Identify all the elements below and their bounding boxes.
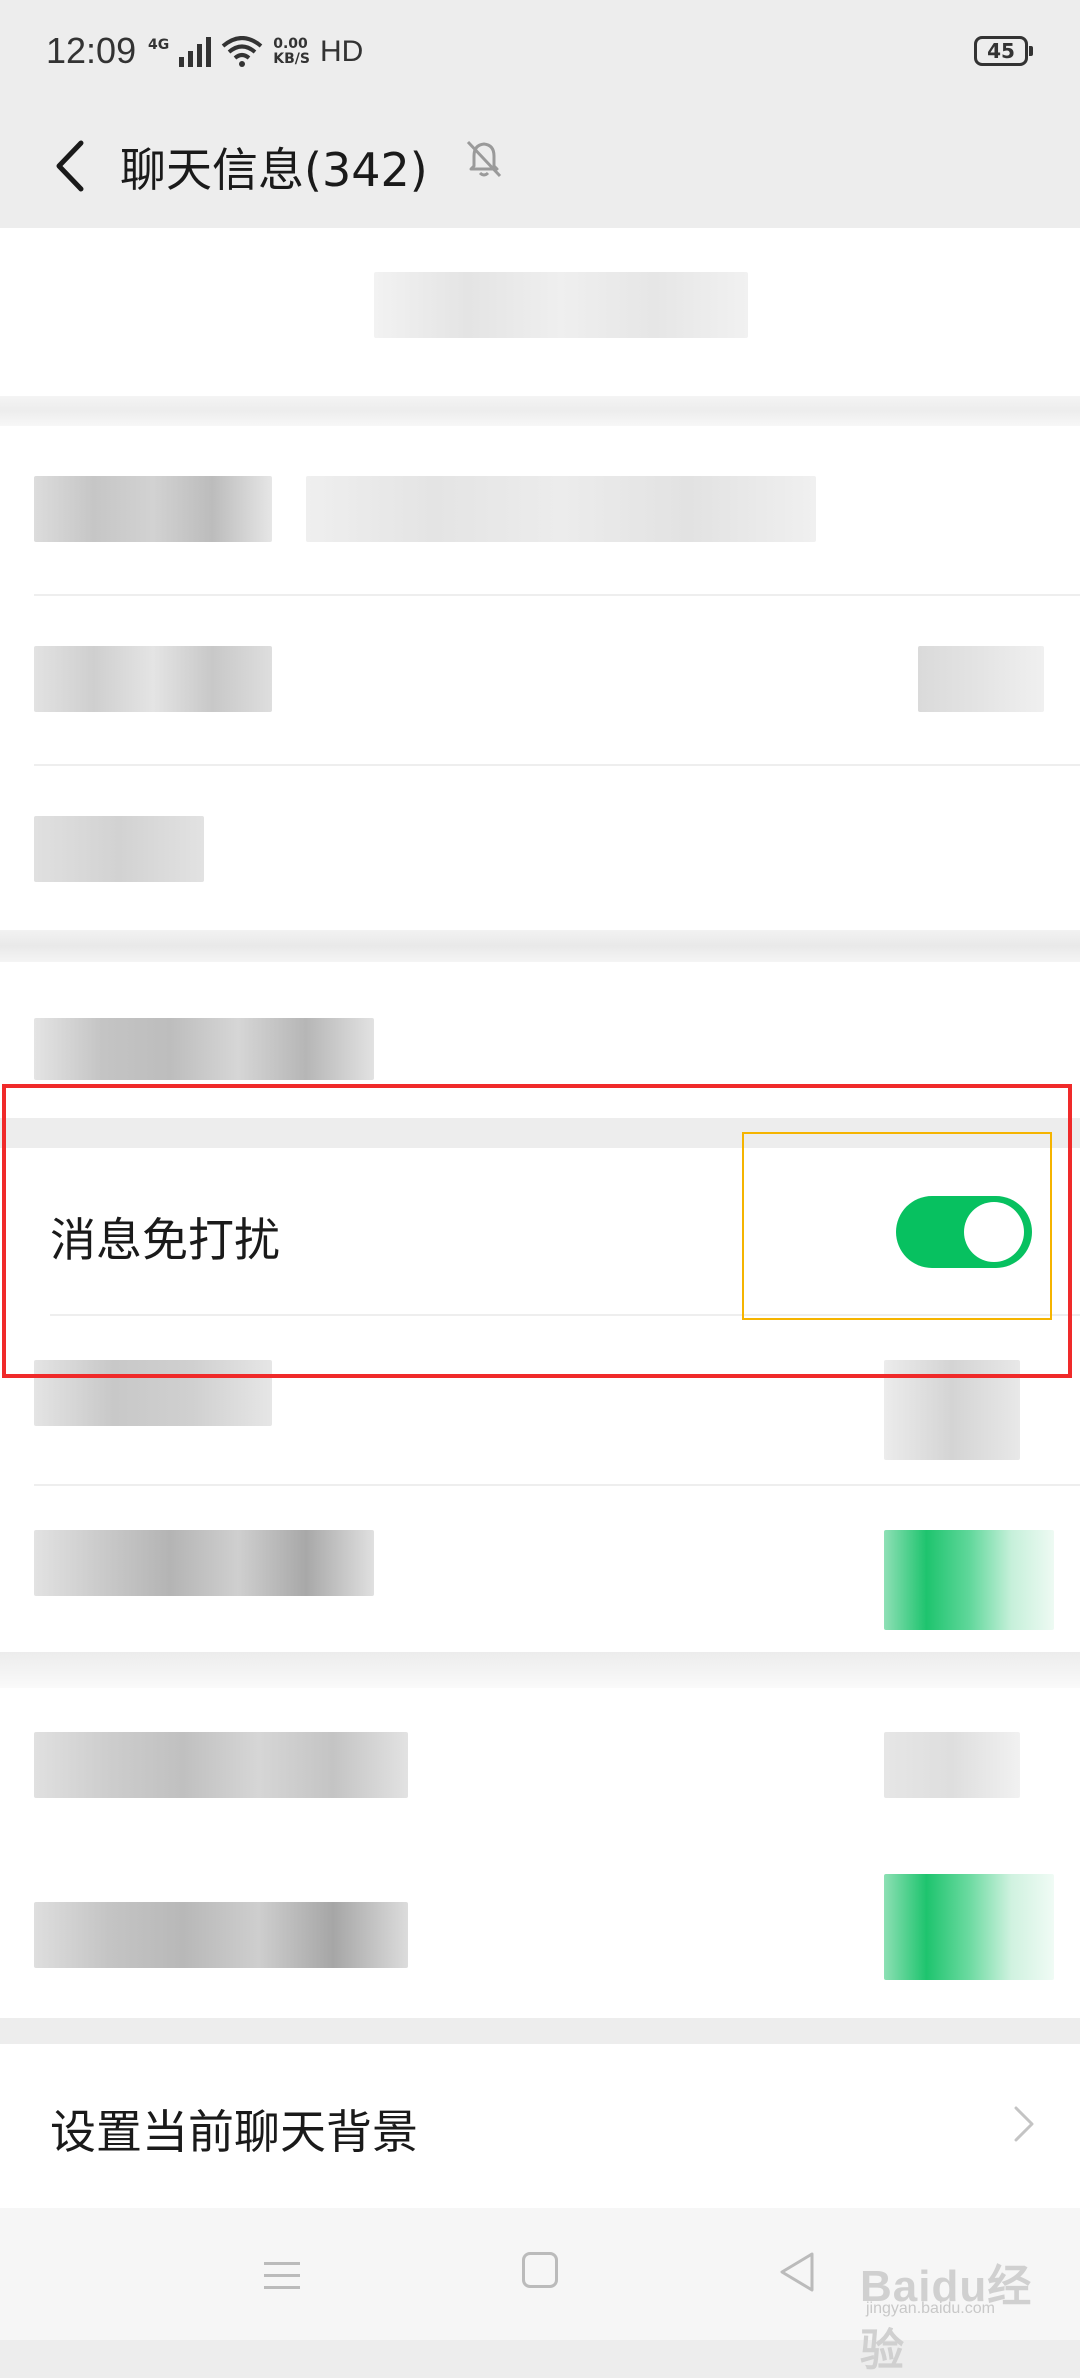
battery-level: 45 <box>987 39 1015 63</box>
section-gap <box>0 1652 1080 1688</box>
divider <box>34 1484 1080 1486</box>
divider <box>34 764 1080 766</box>
signal-icon <box>179 37 212 67</box>
wifi-icon <box>221 36 263 67</box>
blurred-row-value <box>918 646 1044 712</box>
section-gap <box>0 930 1080 962</box>
net-speed: 0.00 KB/S <box>273 37 310 67</box>
nav-bar: 聊天信息(342) <box>0 108 1080 228</box>
status-icons: 4G 0.00 KB/S HD <box>148 30 363 74</box>
back-button[interactable] <box>30 126 110 206</box>
blurred-row-label <box>34 1530 374 1596</box>
set-chat-background-label: 设置当前聊天背景 <box>50 2105 418 2159</box>
page-title: 聊天信息(342) <box>120 143 428 197</box>
blurred-row-value <box>306 476 816 542</box>
blurred-switch <box>884 1530 1054 1630</box>
battery-icon: 45 <box>974 36 1033 66</box>
chevron-left-icon <box>56 140 84 192</box>
net-speed-unit: KB/S <box>273 51 310 67</box>
net-speed-value: 0.00 <box>273 36 308 52</box>
watermark-site: jingyan.baidu.com <box>866 2300 995 2317</box>
blurred-row-label <box>34 816 204 882</box>
section-gap <box>0 396 1080 426</box>
blurred-row-label <box>34 1018 374 1080</box>
menu-icon[interactable] <box>262 2258 302 2292</box>
baidu-watermark: Baidu经验 jingyan.baidu.com <box>820 2230 1070 2375</box>
blurred-row-value <box>884 1732 1020 1798</box>
divider <box>34 594 1080 596</box>
chevron-right-icon <box>1014 2106 1034 2142</box>
blurred-row-label <box>34 1902 408 1968</box>
blurred-group-name <box>374 272 748 338</box>
hd-indicator: HD <box>319 35 364 68</box>
bell-off-icon <box>466 140 502 178</box>
blurred-row-label <box>34 646 272 712</box>
blurred-row-label <box>34 1732 408 1798</box>
section-gap <box>0 2018 1080 2046</box>
set-chat-background-row[interactable]: 设置当前聊天背景 <box>0 2044 1080 2204</box>
system-nav-bar: Baidu经验 jingyan.baidu.com <box>0 2208 1080 2375</box>
status-bar: 12:09 4G 0.00 KB/S HD 45 <box>0 0 1080 108</box>
back-triangle-icon[interactable] <box>776 2250 816 2294</box>
highlight-box-yellow <box>742 1132 1052 1320</box>
home-icon[interactable] <box>522 2252 558 2288</box>
network-type: 4G <box>148 37 170 53</box>
blurred-switch <box>884 1874 1054 1980</box>
blurred-row-label <box>34 476 272 542</box>
status-time: 12:09 <box>46 30 137 71</box>
